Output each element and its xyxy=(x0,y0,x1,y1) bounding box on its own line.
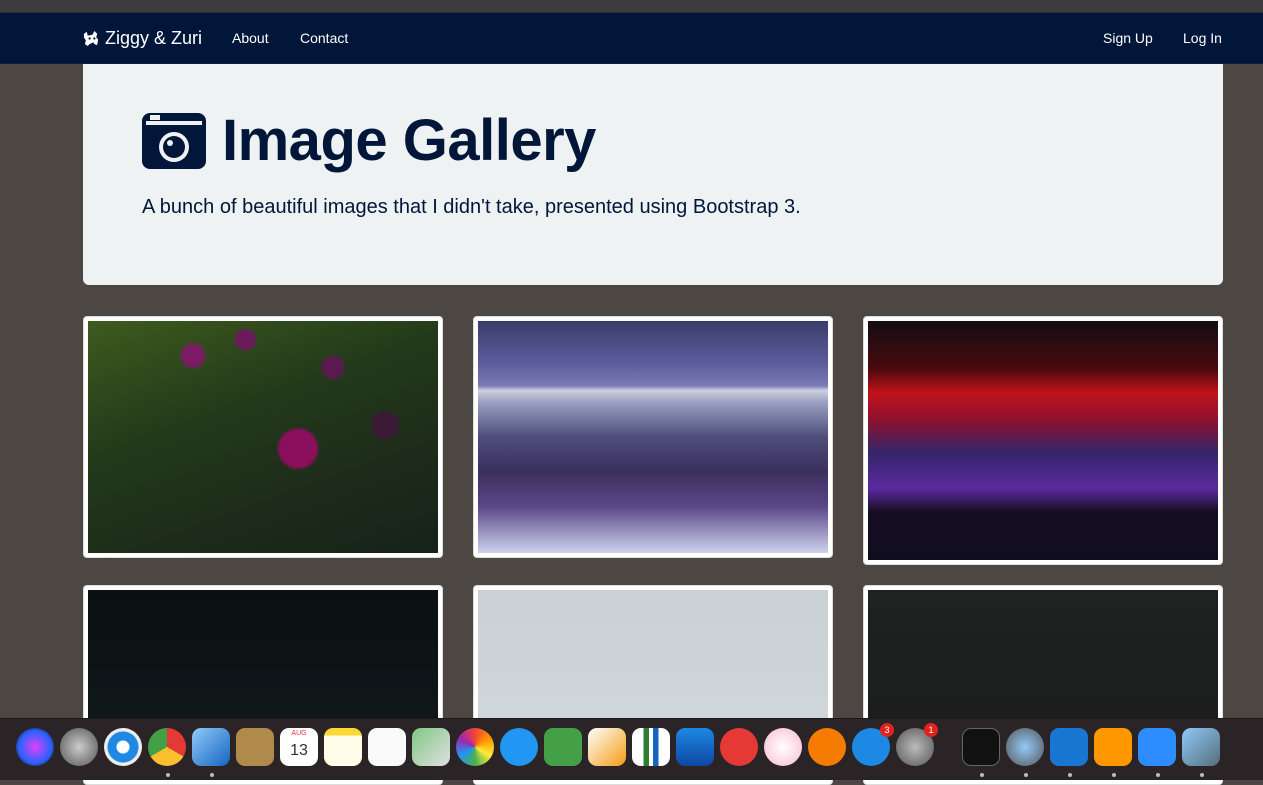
terminal-icon[interactable] xyxy=(962,728,1000,766)
running-indicator xyxy=(1200,773,1204,777)
developer-tools-icon[interactable] xyxy=(1006,728,1044,766)
messages-icon[interactable] xyxy=(500,728,538,766)
mountains-image xyxy=(478,321,828,553)
running-indicator xyxy=(210,773,214,777)
music-icon[interactable] xyxy=(764,728,802,766)
reminders-icon[interactable] xyxy=(368,728,406,766)
cat-icon xyxy=(83,30,99,47)
navbar: Ziggy & Zuri About Contact Sign Up Log I… xyxy=(0,13,1263,64)
jumbotron: Image Gallery A bunch of beautiful image… xyxy=(83,64,1223,285)
safari-icon[interactable] xyxy=(104,728,142,766)
photos-icon[interactable] xyxy=(456,728,494,766)
pages-icon[interactable] xyxy=(588,728,626,766)
running-indicator xyxy=(1112,773,1116,777)
zoom-icon[interactable] xyxy=(1138,728,1176,766)
page-title-text: Image Gallery xyxy=(222,108,596,173)
facetime-icon[interactable] xyxy=(544,728,582,766)
nav-about[interactable]: About xyxy=(232,30,269,46)
calendar-day: 13 xyxy=(290,742,308,759)
keynote-icon[interactable] xyxy=(676,728,714,766)
vscode-icon[interactable] xyxy=(1050,728,1088,766)
forest-image xyxy=(868,321,1218,560)
app-store-icon[interactable]: 3 xyxy=(852,723,894,766)
flowers-image xyxy=(88,321,438,553)
running-indicator xyxy=(1156,773,1160,777)
running-indicator xyxy=(1068,773,1072,777)
app-store-badge: 3 xyxy=(880,723,894,737)
camera-icon xyxy=(142,113,206,169)
contacts-icon[interactable] xyxy=(236,728,274,766)
page-title: Image Gallery xyxy=(142,112,596,170)
mail-icon[interactable] xyxy=(192,728,230,766)
sublime-text-icon[interactable] xyxy=(1094,728,1132,766)
launchpad-icon[interactable] xyxy=(60,728,98,766)
brand-label: Ziggy & Zuri xyxy=(105,28,203,48)
calendar-month: AUG xyxy=(291,730,307,737)
chrome-icon[interactable] xyxy=(148,728,186,766)
preview-icon[interactable] xyxy=(1182,728,1220,766)
top-strip xyxy=(0,0,1263,13)
gallery-thumbnail-forest[interactable] xyxy=(863,316,1223,565)
page-subtitle: A bunch of beautiful images that I didn'… xyxy=(142,196,801,218)
gallery-thumbnail-mountains[interactable] xyxy=(473,316,833,558)
maps-icon[interactable] xyxy=(412,728,450,766)
nav-sign-up[interactable]: Sign Up xyxy=(1103,30,1153,46)
nav-log-in[interactable]: Log In xyxy=(1183,30,1222,46)
system-preferences-icon[interactable]: 1 xyxy=(896,723,938,766)
running-indicator xyxy=(1024,773,1028,777)
calendar-icon[interactable]: AUG 13 xyxy=(280,728,318,766)
notes-icon[interactable] xyxy=(324,728,362,766)
running-indicator xyxy=(980,773,984,777)
news-icon[interactable] xyxy=(720,728,758,766)
running-indicator xyxy=(166,773,170,777)
numbers-icon[interactable] xyxy=(632,728,670,766)
brand-link[interactable]: Ziggy & Zuri xyxy=(82,28,202,49)
settings-badge: 1 xyxy=(924,723,938,737)
books-icon[interactable] xyxy=(808,728,846,766)
siri-icon[interactable] xyxy=(16,728,54,766)
gallery-thumbnail-flowers[interactable] xyxy=(83,316,443,558)
nav-contact[interactable]: Contact xyxy=(300,30,348,46)
